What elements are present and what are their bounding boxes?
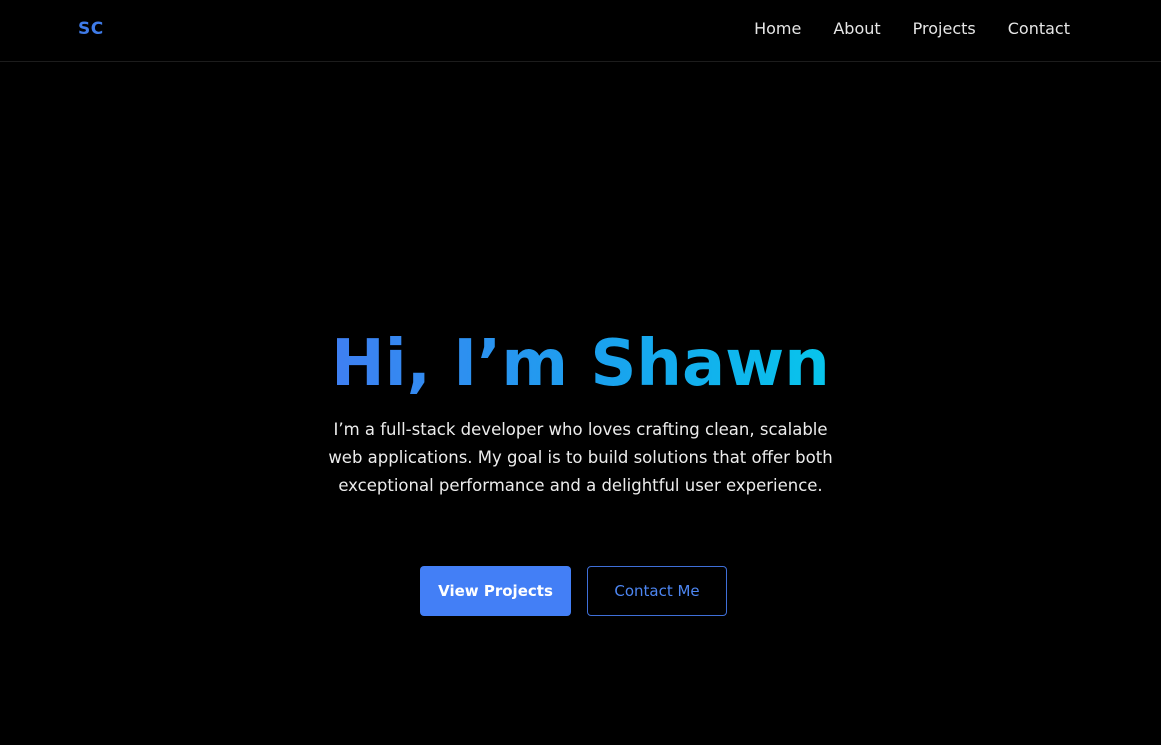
hero-section: Hi, I’m Shawn I’m a full-stack developer… xyxy=(0,320,1161,500)
hero-title: Hi, I’m Shawn xyxy=(331,320,830,408)
contact-me-button[interactable]: Contact Me xyxy=(587,566,727,616)
nav-link-about[interactable]: About xyxy=(833,19,880,38)
nav-link-projects[interactable]: Projects xyxy=(913,19,976,38)
logo[interactable]: SC xyxy=(78,19,104,39)
nav-link-contact[interactable]: Contact xyxy=(1008,19,1070,38)
nav-link-home[interactable]: Home xyxy=(754,19,801,38)
hero-description: I’m a full-stack developer who loves cra… xyxy=(328,420,833,495)
hero-buttons: View Projects Contact Me xyxy=(420,566,727,616)
nav-links: Home About Projects Contact xyxy=(754,19,1070,38)
navbar: SC Home About Projects Contact xyxy=(0,0,1161,62)
view-projects-button[interactable]: View Projects xyxy=(420,566,571,616)
